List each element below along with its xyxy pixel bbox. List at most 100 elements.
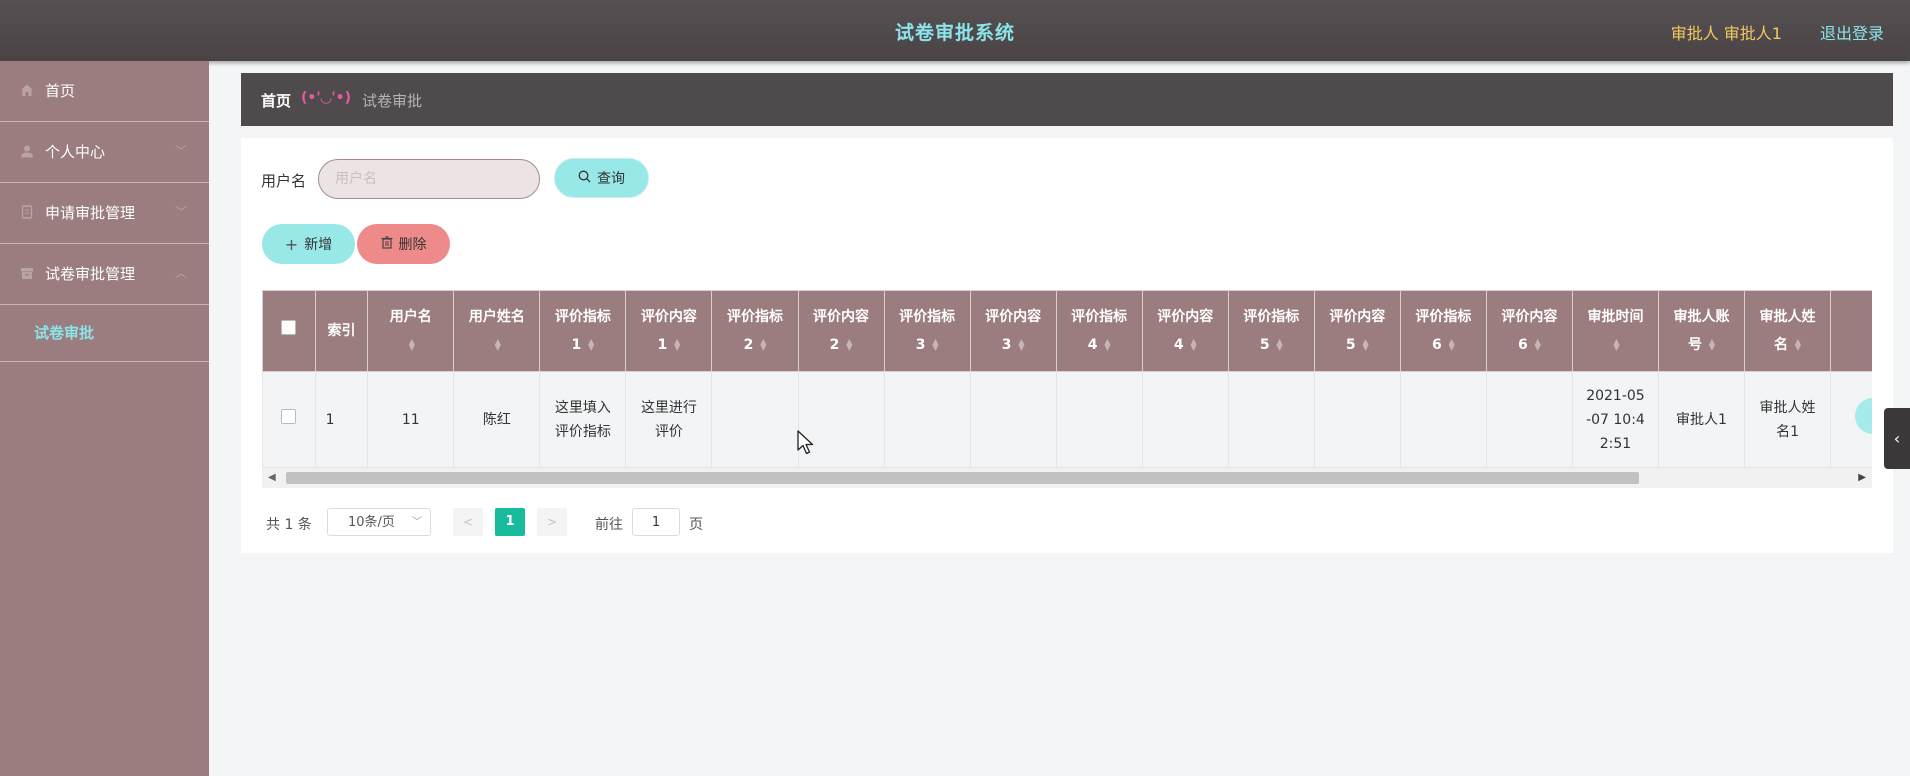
content-cell: 这里进行 评价 [625, 371, 713, 468]
empty-cell [1313, 371, 1401, 468]
document-icon: ▤ [1871, 407, 1872, 431]
page-suffix-label: 页 [689, 517, 703, 533]
select-all-checkbox[interactable] [281, 320, 297, 335]
horizontal-scrollbar[interactable]: ◀ ▶ [262, 468, 1872, 488]
logout-link[interactable]: 退出登录 [1820, 20, 1884, 44]
empty-cell [1399, 371, 1487, 468]
chevron-down-icon: ﹀ [174, 144, 187, 158]
indicator-cell: 这里填入 评价指标 [539, 371, 627, 468]
chevron-down-icon: ﹀ [174, 205, 187, 219]
sidebar-item-label: 申请审批管理 [45, 204, 136, 222]
sort-icon: ▲ ▼ [1190, 337, 1197, 352]
data-table-container: 索引 用户名 ▲ ▼ 用户姓名 ▲ ▼ 评价指标 1 ▲ ▼ 评价内容 1 ▲ ▼ 评价指标 2 … [262, 290, 1872, 488]
empty-cell [1055, 371, 1143, 468]
sort-icon: ▲ ▼ [588, 337, 595, 352]
sort-icon: ▲ ▼ [846, 337, 853, 352]
delete-button-label: 删除 [398, 237, 427, 253]
empty-cell [711, 371, 799, 468]
table-header-row: 索引 用户名 ▲ ▼ 用户姓名 ▲ ▼ 评价指标 1 ▲ ▼ 评价内容 1 ▲ ▼ 评价指标 2 … [262, 290, 1872, 372]
row-checkbox[interactable] [281, 408, 297, 424]
sidebar: 首页 个人中心 ﹀ 申请审批管理 ﹀ 试卷审批管理 ︿ 试卷审批 [0, 61, 209, 776]
chevron-up-icon: ︿ [174, 266, 187, 280]
collapse-panel-toggle[interactable]: ‹ [1884, 408, 1910, 469]
sidebar-item-home[interactable]: 首页 [0, 61, 209, 122]
sort-icon: ▲ ▼ [1613, 337, 1620, 352]
row-select-cell[interactable] [262, 371, 316, 468]
prev-page-button[interactable]: < [453, 508, 483, 536]
chevron-down-icon: ﹀ [412, 517, 422, 528]
column-header[interactable]: 评价指标 6 ▲ ▼ [1399, 290, 1487, 372]
column-header[interactable]: 评价指标 2 ▲ ▼ [711, 290, 799, 372]
sort-icon: ▲ ▼ [1448, 337, 1455, 352]
sidebar-item-personal-center[interactable]: 个人中心 ﹀ [0, 122, 209, 183]
delete-button[interactable]: 删除 [357, 224, 450, 264]
column-header[interactable]: 评价内容 4 ▲ ▼ [1141, 290, 1229, 372]
sidebar-item-label: 首页 [45, 82, 76, 100]
select-all-header[interactable] [262, 290, 316, 372]
search-label: 用户名 [261, 172, 307, 190]
sidebar-item-label: 个人中心 [45, 143, 106, 161]
empty-cell [1227, 371, 1315, 468]
sort-icon: ▲ ▼ [408, 337, 415, 352]
page-number-1[interactable]: 1 [495, 508, 525, 536]
index-cell: 1 [314, 371, 369, 468]
sort-icon: ▲ ▼ [1794, 337, 1802, 352]
username-cell: 11 [367, 371, 455, 468]
sort-icon: ▲ ▼ [1534, 337, 1541, 352]
column-header[interactable]: 评价指标 4 ▲ ▼ [1055, 290, 1143, 372]
column-header[interactable]: 评价指标 3 ▲ ▼ [883, 290, 971, 372]
goto-page-input[interactable] [632, 508, 680, 536]
column-header[interactable]: 用户姓名 ▲ ▼ [453, 290, 541, 372]
file-icon [20, 205, 34, 219]
page-size-select[interactable]: 10条/页 ﹀ [327, 508, 431, 536]
next-page-button[interactable]: > [537, 508, 567, 536]
column-header[interactable]: 评价内容 6 ▲ ▼ [1485, 290, 1573, 372]
column-header: 索引 [314, 290, 369, 372]
breadcrumb-current: 试卷审批 [362, 92, 423, 110]
pagination-total: 共 1 条 [266, 517, 312, 533]
column-header[interactable]: 审批人姓名 ▲ ▼ [1744, 290, 1832, 372]
approval-time-cell: 2021-05 -07 10:4 2:51 [1571, 371, 1659, 468]
query-button[interactable]: 查询 [554, 158, 649, 198]
sidebar-item-exam-approval-management[interactable]: 试卷审批管理 ︿ [0, 244, 209, 305]
column-header[interactable]: 评价指标 5 ▲ ▼ [1227, 290, 1315, 372]
plus-icon: + [284, 234, 299, 254]
scroll-right-arrow-icon[interactable]: ▶ [1858, 472, 1866, 483]
column-header[interactable]: 评价内容 2 ▲ ▼ [797, 290, 885, 372]
column-header[interactable]: 评价内容 1 ▲ ▼ [625, 290, 713, 372]
data-table: 索引 用户名 ▲ ▼ 用户姓名 ▲ ▼ 评价指标 1 ▲ ▼ 评价内容 1 ▲ ▼ 评价指标 2 … [262, 290, 1872, 468]
column-header[interactable]: 用户名 ▲ ▼ [367, 290, 455, 372]
name-cell: 陈红 [453, 371, 541, 468]
breadcrumb-home[interactable]: 首页 [261, 90, 291, 111]
empty-cell [1141, 371, 1229, 468]
sort-icon: ▲ ▼ [760, 337, 767, 352]
detail-button[interactable]: ▤ 详 [1855, 397, 1872, 434]
scrollbar-thumb[interactable] [286, 472, 1639, 484]
sort-icon: ▲ ▼ [932, 337, 939, 352]
column-header[interactable]: 评价内容 5 ▲ ▼ [1313, 290, 1401, 372]
sidebar-item-application-approval[interactable]: 申请审批管理 ﹀ [0, 183, 209, 244]
current-user-label: 审批人 审批人1 [1670, 24, 1782, 43]
column-header[interactable]: 审批人账号 ▲ ▼ [1657, 290, 1746, 372]
chevron-left-icon: ‹ [1893, 429, 1901, 448]
empty-cell [883, 371, 971, 468]
add-button[interactable]: + 新增 [262, 224, 355, 264]
empty-cell [1485, 371, 1573, 468]
mouse-cursor-icon [797, 430, 814, 455]
breadcrumb-separator: (•'◡'•) [301, 90, 352, 106]
sort-icon: ▲ ▼ [674, 337, 681, 352]
username-search-input[interactable] [318, 159, 540, 199]
query-button-label: 查询 [597, 171, 625, 187]
home-icon [20, 83, 34, 97]
breadcrumb: 首页 (•'◡'•) 试卷审批 [241, 73, 1893, 126]
sidebar-subitem-exam-approval[interactable]: 试卷审批 [0, 305, 209, 362]
scroll-left-arrow-icon[interactable]: ◀ [268, 472, 276, 483]
column-header[interactable]: 审批时间 ▲ ▼ [1571, 290, 1659, 372]
sort-icon: ▲ ▼ [1708, 337, 1716, 352]
trash-icon [381, 235, 393, 253]
column-header[interactable]: 评价指标 1 ▲ ▼ [539, 290, 627, 372]
empty-cell [969, 371, 1057, 468]
main-panel: 用户名 查询 + 新增 删除 索引 [241, 138, 1893, 553]
column-header[interactable]: 评价内容 3 ▲ ▼ [969, 290, 1057, 372]
app-title: 试卷审批系统 [894, 22, 1015, 44]
